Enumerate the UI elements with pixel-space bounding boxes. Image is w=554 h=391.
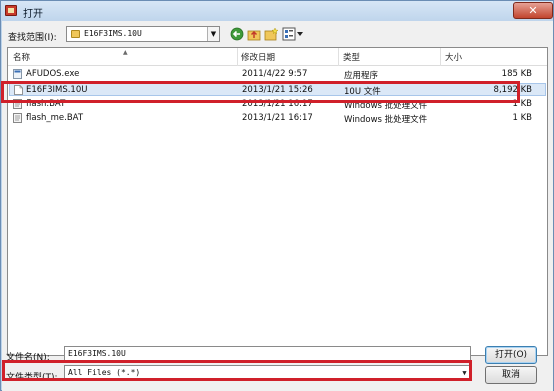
up-folder-icon[interactable] xyxy=(247,27,261,41)
open-button[interactable]: 打开(O) xyxy=(485,346,537,364)
file-name-input[interactable]: E16F3IMS.10U xyxy=(64,346,471,362)
back-icon[interactable] xyxy=(230,27,244,41)
file-type: 应用程序 xyxy=(344,71,379,81)
file-row[interactable]: flash_me.BAT 2013/1/21 16:17 Windows 批处理… xyxy=(9,112,546,125)
column-divider[interactable] xyxy=(338,48,339,66)
file-size: 8,192 KB xyxy=(493,85,532,95)
dialog-body: 查找范围(I): E16F3IMS.10U ▼ 名称 ▲ 修改日期 类型 大小 … xyxy=(2,21,553,391)
bat-icon xyxy=(13,113,22,123)
exe-icon xyxy=(13,69,22,79)
bat-icon xyxy=(13,99,22,109)
file-type: 10U 文件 xyxy=(344,87,381,97)
open-file-dialog: 打开 ✕ 查找范围(I): E16F3IMS.10U ▼ 名称 ▲ 修改日期 类… xyxy=(0,0,554,391)
file-type: Windows 批处理文件 xyxy=(344,115,428,125)
cancel-button[interactable]: 取消 xyxy=(485,366,537,384)
file-type: Windows 批处理文件 xyxy=(344,101,428,111)
sort-ascending-icon: ▲ xyxy=(123,49,128,56)
column-header-size[interactable]: 大小 xyxy=(445,51,462,63)
column-divider[interactable] xyxy=(440,48,441,66)
title-bar[interactable]: 打开 ✕ xyxy=(1,1,553,21)
file-modified: 2013/1/21 16:17 xyxy=(242,99,313,109)
file-list[interactable]: 名称 ▲ 修改日期 类型 大小 AFUDOS.exe 2011/4/22 9:5… xyxy=(7,47,548,356)
file-name: flash.BAT xyxy=(26,99,66,109)
close-button[interactable]: ✕ xyxy=(513,2,553,19)
column-divider[interactable] xyxy=(237,48,238,66)
file-type-value: All Files (*.*) xyxy=(68,368,141,377)
file-size: 185 KB xyxy=(501,69,532,79)
look-in-combo[interactable]: E16F3IMS.10U ▼ xyxy=(66,26,220,42)
file-type-label: 文件类型(T): xyxy=(6,373,58,383)
file-row[interactable]: E16F3IMS.10U 2013/1/21 15:26 10U 文件 8,19… xyxy=(9,83,546,97)
file-row[interactable]: AFUDOS.exe 2011/4/22 9:57 应用程序 185 KB xyxy=(9,68,546,81)
file-modified: 2011/4/22 9:57 xyxy=(242,69,308,79)
file-row[interactable]: flash.BAT 2013/1/21 16:17 Windows 批处理文件 … xyxy=(9,98,546,111)
new-folder-icon[interactable] xyxy=(264,27,278,41)
look-in-label: 查找范围(I): xyxy=(8,33,57,43)
column-header-modified[interactable]: 修改日期 xyxy=(241,51,275,63)
file-name-label: 文件名(N): xyxy=(6,353,50,363)
view-menu-icon[interactable] xyxy=(282,27,304,41)
file-modified: 2013/1/21 15:26 xyxy=(242,85,313,95)
file-size: 1 KB xyxy=(512,113,532,123)
file-size: 1 KB xyxy=(512,99,532,109)
window-title: 打开 xyxy=(23,9,43,20)
chevron-down-icon[interactable]: ▼ xyxy=(207,27,219,41)
look-in-value: E16F3IMS.10U xyxy=(84,29,142,38)
column-header-type[interactable]: 类型 xyxy=(343,51,360,63)
folder-icon xyxy=(71,30,80,38)
file-name: E16F3IMS.10U xyxy=(26,85,88,95)
column-header-name[interactable]: 名称 xyxy=(13,51,30,63)
file-icon xyxy=(14,85,23,95)
file-name: flash_me.BAT xyxy=(26,113,84,123)
list-header: 名称 ▲ 修改日期 类型 大小 xyxy=(8,48,547,66)
file-name: AFUDOS.exe xyxy=(26,69,80,79)
chevron-down-icon[interactable]: ▼ xyxy=(459,366,470,380)
app-icon xyxy=(5,5,17,16)
file-type-select[interactable]: All Files (*.*) ▼ xyxy=(64,365,471,381)
file-modified: 2013/1/21 16:17 xyxy=(242,113,313,123)
close-icon: ✕ xyxy=(528,4,538,17)
